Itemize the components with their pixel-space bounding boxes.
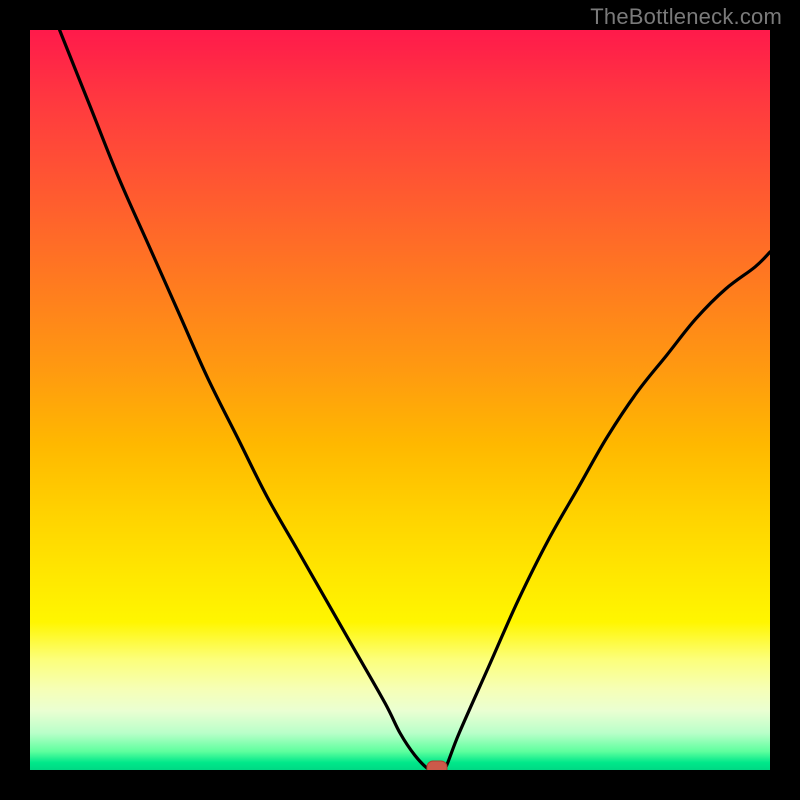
chart-frame: TheBottleneck.com (0, 0, 800, 800)
bottleneck-curve (60, 30, 770, 770)
optimum-marker (427, 761, 447, 770)
curve-layer (30, 30, 770, 770)
plot-area (30, 30, 770, 770)
watermark-text: TheBottleneck.com (590, 4, 782, 30)
